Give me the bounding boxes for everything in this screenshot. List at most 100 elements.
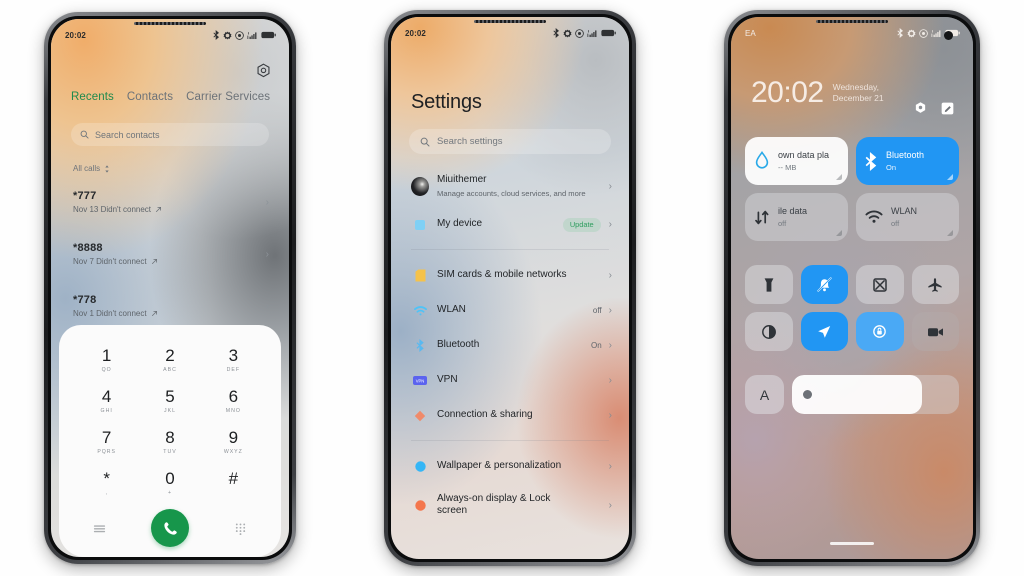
tab-recents[interactable]: Recents	[71, 91, 114, 103]
dialer-settings-button[interactable]	[255, 63, 272, 80]
wifi-icon	[411, 305, 429, 316]
edit-icon[interactable]	[940, 101, 955, 116]
dial-digit: 0	[165, 468, 175, 488]
dial-digit: 3	[228, 345, 239, 365]
search-placeholder: Search settings	[437, 136, 503, 147]
menu-icon[interactable]	[93, 522, 106, 535]
keypad-icon[interactable]	[234, 522, 247, 535]
tab-contacts[interactable]: Contacts	[127, 91, 173, 103]
dial-key-2[interactable]: 2 ABC	[138, 339, 201, 380]
phone-dialer: 20:02 Recents Contacts Carrier Services …	[44, 12, 296, 564]
control-center-bottom: A	[745, 375, 959, 414]
row-texts: My device	[437, 218, 563, 231]
call-detail: Nov 13 Didn't connect	[73, 205, 267, 214]
call-detail: Nov 7 Didn't connect	[73, 257, 267, 266]
settings-row-account[interactable]: Miuithemer Manage accounts, cloud servic…	[391, 165, 629, 207]
dial-digit: 7	[101, 427, 112, 447]
tile-texts: ile data off	[778, 206, 839, 229]
dial-key-5[interactable]: 5 JKL	[138, 380, 201, 421]
tile-auto-rotate[interactable]	[856, 312, 904, 351]
tile-data-plan[interactable]: own data pla -- MB	[745, 137, 848, 185]
tile-flashlight[interactable]	[745, 265, 793, 304]
recent-calls-list: *777 Nov 13 Didn't connect › *8888 Nov 7…	[51, 181, 289, 337]
lockscreen-clock: 20:02 Wednesday, December 21	[751, 78, 884, 108]
row-label: WLAN	[437, 304, 466, 316]
settings-row-wallpaper[interactable]: Wallpaper & personalization ›	[391, 449, 629, 484]
dial-digit: 1	[101, 345, 112, 365]
device-icon	[411, 219, 429, 230]
phone-bezel: EA 20:02 Wednesday, December 21 own data…	[728, 14, 976, 562]
chevron-right-icon: ›	[608, 461, 612, 472]
home-indicator[interactable]	[830, 542, 874, 545]
tile-dark-mode[interactable]	[745, 312, 793, 351]
chevron-right-icon[interactable]: ›	[266, 197, 269, 208]
front-camera-icon	[944, 31, 953, 40]
search-settings-input[interactable]: Search settings	[409, 129, 611, 154]
tile-subtitle: off	[891, 219, 900, 229]
dial-key-hash[interactable]: #	[202, 462, 265, 503]
call-detail: Nov 1 Didn't connect	[73, 309, 267, 318]
tile-mobile-data[interactable]: ile data off	[745, 193, 848, 241]
chevron-right-icon[interactable]: ›	[266, 249, 269, 260]
chevron-right-icon: ›	[608, 270, 612, 281]
tile-expand-icon[interactable]	[836, 174, 842, 180]
dial-key-4[interactable]: 4 GHI	[75, 380, 138, 421]
dial-key-7[interactable]: 7 PQRS	[75, 421, 138, 462]
tile-screen-record[interactable]	[911, 312, 959, 351]
dnd-icon	[919, 28, 928, 38]
settings-row-bluetooth[interactable]: Bluetooth On ›	[391, 328, 629, 363]
dial-key-3[interactable]: 3 DEF	[202, 339, 265, 380]
tile-wlan[interactable]: WLAN off	[856, 193, 959, 241]
table-row[interactable]: *8888 Nov 7 Didn't connect ›	[51, 233, 289, 285]
font-size-button[interactable]: A	[745, 375, 784, 414]
row-texts: Bluetooth	[437, 339, 591, 352]
dial-key-8[interactable]: 8 TUV	[138, 421, 201, 462]
control-center-big-tiles: own data pla -- MB Bluetooth On ile data…	[745, 137, 959, 241]
dial-key-6[interactable]: 6 MNO	[202, 380, 265, 421]
gear-icon[interactable]	[913, 101, 928, 116]
control-center-actions	[913, 101, 955, 116]
settings-row-wlan[interactable]: WLAN off ›	[391, 293, 629, 328]
tile-airplane-mode[interactable]	[911, 265, 959, 304]
search-placeholder: Search contacts	[95, 129, 160, 140]
table-row[interactable]: *777 Nov 13 Didn't connect ›	[51, 181, 289, 233]
row-value: off	[592, 306, 602, 315]
dial-key-1[interactable]: 1 QO	[75, 339, 138, 380]
tile-expand-icon[interactable]	[836, 230, 842, 236]
mobile-data-icon	[755, 210, 769, 224]
search-contacts-input[interactable]: Search contacts	[71, 123, 269, 146]
call-filter-dropdown[interactable]: All calls	[73, 164, 110, 173]
settings-row-my-device[interactable]: My device Update ›	[391, 207, 629, 242]
chevron-right-icon[interactable]: ›	[266, 301, 269, 312]
phone-screen-settings: 20:02 Settings Search settings Miuitheme…	[391, 17, 629, 559]
settings-row-sim[interactable]: SIM cards & mobile networks ›	[391, 258, 629, 293]
dial-key-star[interactable]: *,	[75, 462, 138, 503]
tile-title: own data pla	[778, 149, 830, 160]
settings-row-connection-sharing[interactable]: Connection & sharing ›	[391, 398, 629, 433]
tile-screenshot[interactable]	[856, 265, 904, 304]
settings-row-vpn[interactable]: VPN VPN ›	[391, 363, 629, 398]
settings-row-aod-lockscreen[interactable]: Always-on display & Lock screen ›	[391, 484, 629, 526]
account-texts: Miuithemer Manage accounts, cloud servic…	[437, 174, 609, 198]
settings-list: Miuithemer Manage accounts, cloud servic…	[391, 165, 629, 526]
tile-location[interactable]	[800, 312, 848, 351]
brightness-knob[interactable]	[803, 390, 812, 399]
tile-silent[interactable]	[800, 265, 848, 304]
font-size-icon: A	[759, 386, 770, 403]
bluetooth-icon	[865, 151, 877, 171]
tile-expand-icon[interactable]	[947, 230, 953, 236]
tile-expand-icon[interactable]	[947, 174, 953, 180]
row-label: Connection & sharing	[437, 409, 533, 421]
dial-letters: WXYZ	[223, 448, 243, 455]
dial-key-9[interactable]: 9 WXYZ	[202, 421, 265, 462]
dark-mode-icon	[761, 324, 776, 339]
tab-carrier-services[interactable]: Carrier Services	[186, 91, 270, 103]
dial-key-0[interactable]: 0 +	[138, 462, 201, 503]
phone-settings: 20:02 Settings Search settings Miuitheme…	[384, 10, 636, 566]
location-icon	[818, 325, 831, 338]
call-button[interactable]	[151, 509, 189, 547]
tile-bluetooth[interactable]: Bluetooth On	[856, 137, 959, 185]
tile-texts: own data pla -- MB	[778, 150, 839, 173]
brightness-slider[interactable]	[792, 375, 959, 414]
screenshot-stage: 20:02 Recents Contacts Carrier Services …	[0, 0, 1024, 576]
